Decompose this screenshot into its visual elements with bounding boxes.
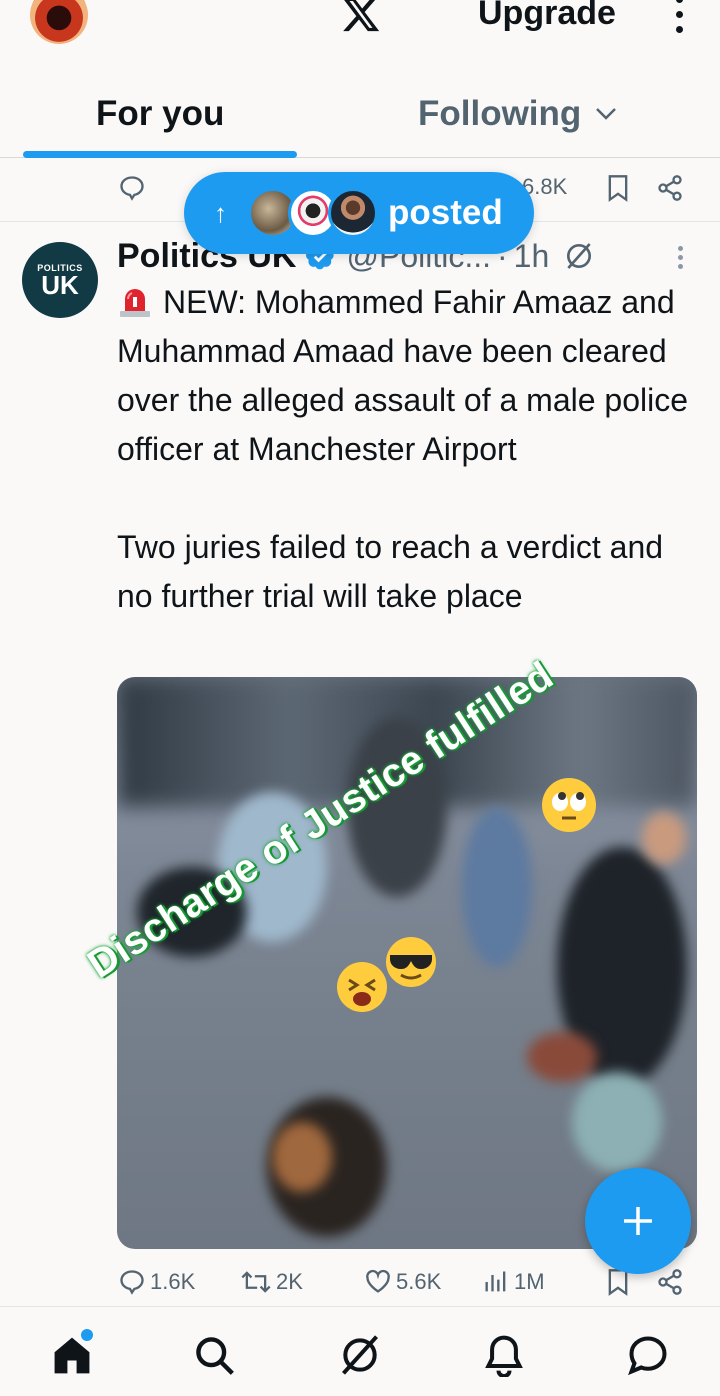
chevron-down-icon: [596, 108, 617, 120]
bell-icon[interactable]: [482, 1333, 526, 1377]
grok-icon[interactable]: [563, 240, 595, 272]
arrow-up-icon: ↑: [214, 197, 227, 228]
siren-emoji-icon: [120, 289, 150, 317]
media-figure: [642, 812, 686, 864]
analytics-icon: [485, 1271, 506, 1292]
prev-share-button[interactable]: [656, 174, 684, 202]
reply-button[interactable]: 1.6K: [118, 1268, 195, 1296]
grok-icon[interactable]: [338, 1333, 382, 1377]
bookmark-icon: [608, 175, 628, 202]
top-bar: Upgrade: [0, 0, 720, 60]
bottom-navigation: [0, 1306, 720, 1396]
prev-bookmark-button[interactable]: [606, 174, 630, 202]
plus-icon: [624, 1207, 652, 1235]
active-tab-indicator: [23, 151, 297, 158]
reply-count: 1.6K: [150, 1269, 196, 1294]
tweet-paragraph-2: Two juries failed to reach a verdict and…: [117, 529, 664, 614]
share-button[interactable]: [656, 1268, 684, 1296]
repost-icon: [241, 1271, 271, 1293]
repost-count: 2K: [276, 1269, 303, 1294]
profile-avatar[interactable]: [30, 0, 88, 44]
reply-icon: [120, 176, 144, 201]
like-button[interactable]: 5.6K: [364, 1268, 441, 1296]
tab-following-label: Following: [418, 94, 582, 133]
media-figure: [272, 1122, 332, 1192]
heart-icon: [366, 1269, 390, 1293]
messages-icon[interactable]: [626, 1333, 670, 1377]
compose-post-button[interactable]: [585, 1168, 691, 1274]
views-button[interactable]: 1M: [482, 1268, 545, 1296]
tweet-more-icon[interactable]: [678, 246, 686, 272]
search-icon[interactable]: [192, 1333, 236, 1377]
sunglasses-emoji-icon: [386, 937, 436, 987]
share-icon: [658, 175, 682, 201]
repost-button[interactable]: 2K: [240, 1268, 303, 1296]
eye-roll-emoji-icon: [542, 778, 596, 832]
pill-label: posted: [388, 193, 503, 232]
x-logo-icon[interactable]: [339, 0, 383, 34]
media-figure: [527, 1032, 597, 1082]
views-count: 1M: [514, 1269, 545, 1294]
tab-for-you[interactable]: For you: [96, 94, 224, 134]
media-figure: [572, 1072, 662, 1172]
like-count: 5.6K: [396, 1269, 442, 1294]
tweet-text-line-1: NEW: Mohammed Fahir Amaaz and Muhammad A…: [117, 284, 689, 467]
pill-avatars: [248, 188, 378, 238]
notification-dot: [81, 1329, 93, 1341]
avatar-text-big: UK: [41, 270, 79, 300]
tweet-text: NEW: Mohammed Fahir Amaaz and Muhammad A…: [117, 278, 707, 621]
reply-icon: [120, 1270, 144, 1295]
new-posts-pill[interactable]: ↑ posted: [184, 172, 534, 254]
timeline-tabs: For you Following: [0, 76, 720, 158]
share-icon: [658, 1269, 682, 1295]
tweet-actions: 1.6K 2K 5.6K 1M: [0, 1262, 720, 1306]
avatar: [328, 188, 378, 238]
tired-face-emoji-icon: [337, 962, 387, 1012]
upgrade-button[interactable]: Upgrade: [478, 0, 616, 33]
more-options-icon[interactable]: [672, 0, 686, 36]
prev-reply-button[interactable]: [118, 174, 146, 202]
media-figure: [462, 807, 532, 967]
author-avatar[interactable]: POLITICS UK: [22, 242, 98, 318]
tweet-paragraph-1: NEW: Mohammed Fahir Amaaz and Muhammad A…: [117, 278, 707, 474]
tab-following[interactable]: Following: [418, 94, 617, 134]
